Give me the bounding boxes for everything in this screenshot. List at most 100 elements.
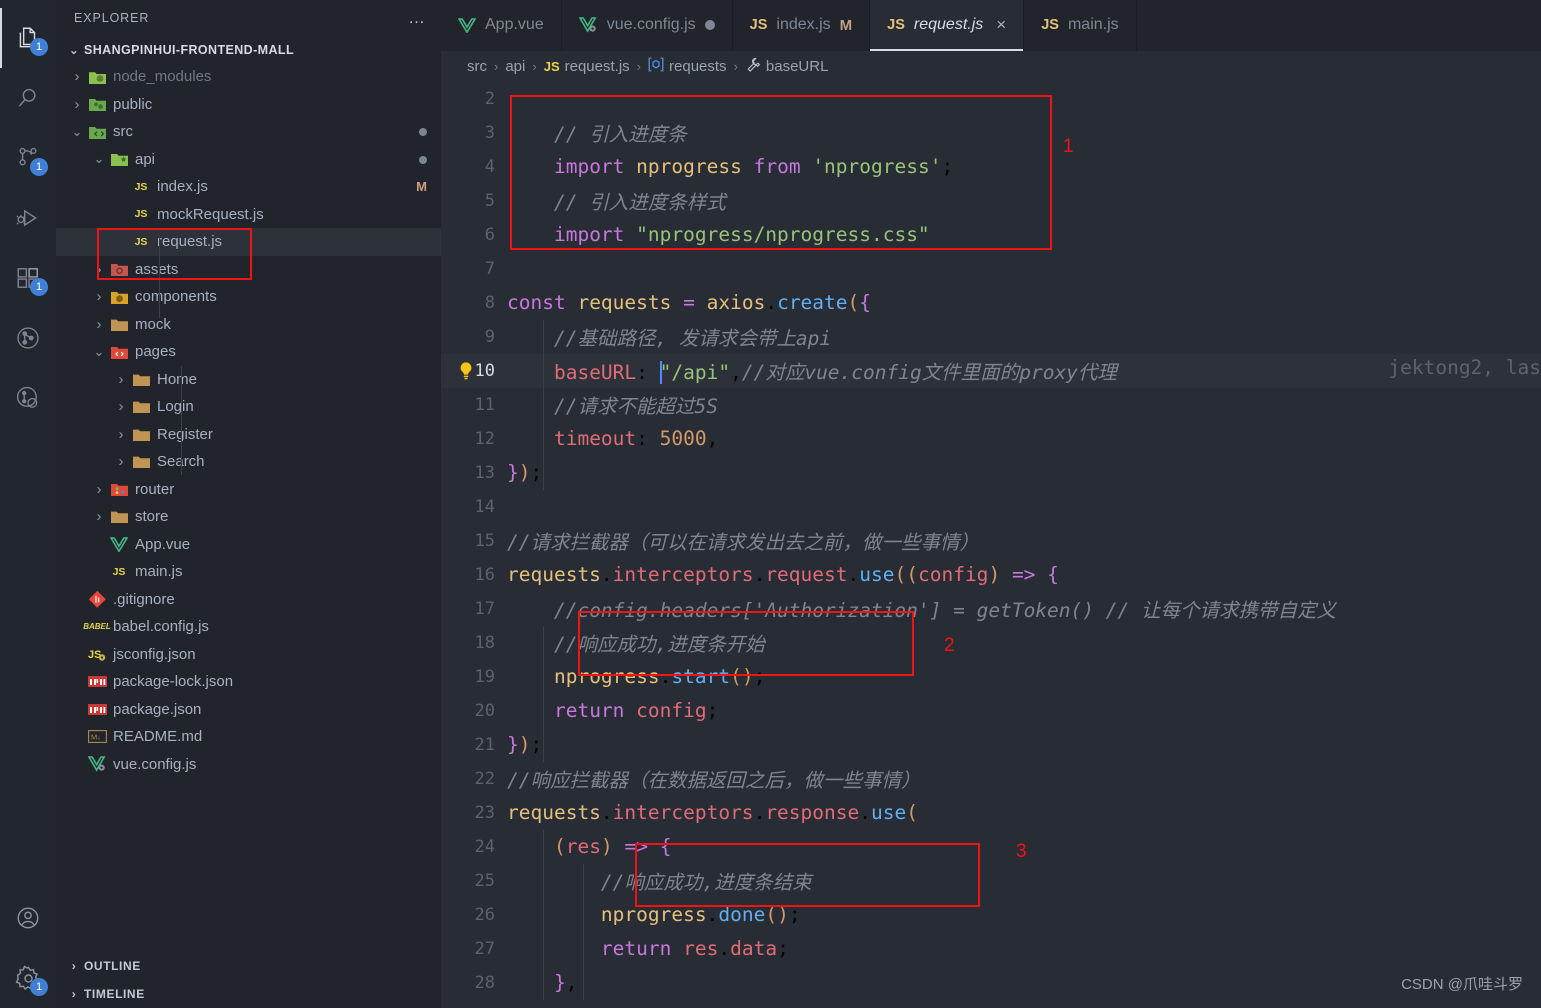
- code-line[interactable]: 2: [441, 82, 1541, 116]
- tree-item-jsconfig-json[interactable]: JS jsconfig.json: [56, 641, 441, 669]
- tree-item-pages[interactable]: ⌄ pages: [56, 338, 441, 366]
- tree-item-assets[interactable]: › assets: [56, 256, 441, 284]
- chevron-right-icon[interactable]: ›: [90, 481, 108, 498]
- section-outline[interactable]: › OUTLINE: [56, 952, 441, 980]
- code-line[interactable]: 10 baseURL: "/api",//对应vue.config文件里面的pr…: [441, 353, 1541, 388]
- code-line[interactable]: 25 //响应成功,进度条结束: [441, 864, 1541, 898]
- section-timeline[interactable]: › TIMELINE: [56, 980, 441, 1008]
- tree-item-package-lock-json[interactable]: package-lock.json: [56, 668, 441, 696]
- tree-item-src[interactable]: ⌄ src: [56, 118, 441, 146]
- tree-item-mockrequest-js[interactable]: JS mockRequest.js: [56, 201, 441, 229]
- activitybar-item-search[interactable]: [0, 68, 56, 128]
- activitybar-item-explorer[interactable]: 1: [0, 8, 56, 68]
- tree-item-login[interactable]: › Login: [56, 393, 441, 421]
- editor-tab-index-js[interactable]: JS index.js M: [732, 0, 871, 51]
- code-line[interactable]: 21});: [441, 728, 1541, 762]
- activitybar-item-source-control[interactable]: 1: [0, 128, 56, 188]
- workspace-root-row[interactable]: ⌄ SHANGPINHUI-FRONTEND-MALL: [56, 36, 441, 63]
- code-line[interactable]: 12 timeout: 5000,: [441, 422, 1541, 456]
- chevron-right-icon[interactable]: ›: [112, 398, 130, 415]
- code-line[interactable]: 23 requests.interceptors.response.use(: [441, 796, 1541, 830]
- folder-src-icon: [86, 124, 108, 140]
- activitybar-item-accounts[interactable]: [0, 888, 56, 948]
- tree-item-vue-config-js[interactable]: vue.config.js: [56, 751, 441, 779]
- code-line[interactable]: 3 // 引入进度条: [441, 116, 1541, 150]
- chevron-right-icon[interactable]: ›: [112, 426, 130, 443]
- tree-item-node-modules[interactable]: › node_modules: [56, 63, 441, 91]
- code-line[interactable]: 19 nprogress.start();: [441, 660, 1541, 694]
- chevron-right-icon[interactable]: ›: [68, 68, 86, 85]
- code-line[interactable]: 26 nprogress.done();: [441, 898, 1541, 932]
- activitybar-item-gitlens[interactable]: [0, 308, 56, 368]
- chevron-right-icon[interactable]: ›: [90, 261, 108, 278]
- chevron-down-icon[interactable]: ⌄: [90, 344, 108, 360]
- chevron-down-icon[interactable]: ⌄: [90, 151, 108, 167]
- close-icon[interactable]: ×: [996, 15, 1006, 35]
- tree-item-api[interactable]: ⌄ api: [56, 146, 441, 174]
- editor-tab-main-js[interactable]: JS main.js: [1024, 0, 1137, 51]
- code-line[interactable]: 29 (err) => {: [441, 1000, 1541, 1008]
- code-line[interactable]: 9 //基础路径, 发请求会带上api: [441, 320, 1541, 354]
- tree-item-app-vue[interactable]: App.vue: [56, 531, 441, 559]
- breadcrumb-item-api[interactable]: api: [505, 58, 525, 75]
- chevron-right-icon[interactable]: ›: [90, 316, 108, 333]
- tree-item--gitignore[interactable]: .gitignore: [56, 586, 441, 614]
- tab-unsaved-dot-icon[interactable]: [704, 20, 715, 31]
- editor-tab-app-vue[interactable]: App.vue: [441, 0, 562, 51]
- code-line[interactable]: 16 requests.interceptors.request.use((con…: [441, 558, 1541, 592]
- code-line[interactable]: 5 // 引入进度条样式: [441, 184, 1541, 218]
- editor-tab-vue-config-js[interactable]: vue.config.js: [561, 0, 733, 51]
- file-tree[interactable]: ⌄ SHANGPINHUI-FRONTEND-MALL › node_module…: [56, 36, 441, 952]
- code-line-text: //config.headers['Authorization'] = getT…: [553, 599, 1336, 623]
- code-line[interactable]: 11 //请求不能超过5S: [441, 388, 1541, 422]
- code-line[interactable]: 6 import "nprogress/nprogress.css": [441, 218, 1541, 252]
- tree-item-package-json[interactable]: package.json: [56, 696, 441, 724]
- tree-item-index-js[interactable]: JS index.js M: [56, 173, 441, 201]
- code-line[interactable]: 18 //响应成功,进度条开始: [441, 626, 1541, 660]
- sidebar-more-actions-icon[interactable]: …: [408, 9, 427, 26]
- tree-item-home[interactable]: › Home: [56, 366, 441, 394]
- chevron-right-icon[interactable]: ›: [112, 453, 130, 470]
- activitybar-item-extensions[interactable]: 1: [0, 248, 56, 308]
- breadcrumb-item-requests[interactable]: requests: [648, 57, 727, 76]
- tree-item-readme-md[interactable]: M↓ README.md: [56, 723, 441, 751]
- code-line[interactable]: 17 //config.headers['Authorization'] = g…: [441, 592, 1541, 626]
- breadcrumb-item-baseurl[interactable]: baseURL: [745, 57, 828, 76]
- code-action-lightbulb-icon[interactable]: [455, 360, 477, 382]
- code-editor[interactable]: 23 // 引入进度条 4 import nprogress from 'npro…: [441, 81, 1541, 1008]
- tree-item-babel-config-js[interactable]: BABEL babel.config.js: [56, 613, 441, 641]
- code-line[interactable]: 14: [441, 490, 1541, 524]
- chevron-right-icon[interactable]: ›: [90, 288, 108, 305]
- activitybar-item-gitlens-inspect[interactable]: [0, 368, 56, 428]
- code-line[interactable]: 15 //请求拦截器（可以在请求发出去之前，做一些事情）: [441, 524, 1541, 558]
- code-line[interactable]: 8 const requests = axios.create({: [441, 286, 1541, 320]
- tree-item-register[interactable]: › Register: [56, 421, 441, 449]
- code-line[interactable]: 13});: [441, 456, 1541, 490]
- tree-item-request-js[interactable]: JS request.js: [56, 228, 441, 256]
- tree-item-main-js[interactable]: JS main.js: [56, 558, 441, 586]
- code-line[interactable]: 20 return config;: [441, 694, 1541, 728]
- tree-item-public[interactable]: › public: [56, 91, 441, 119]
- tree-item-mock[interactable]: › mock: [56, 311, 441, 339]
- breadcrumb-item-request-js[interactable]: JS request.js: [544, 58, 630, 75]
- code-line[interactable]: 4 import nprogress from 'nprogress';: [441, 150, 1541, 184]
- chevron-down-icon[interactable]: ⌄: [68, 124, 86, 140]
- tree-item-router[interactable]: › router: [56, 476, 441, 504]
- chevron-right-icon[interactable]: ›: [68, 96, 86, 113]
- activitybar-item-settings[interactable]: 1: [0, 948, 56, 1008]
- breadcrumb-item-src[interactable]: src: [467, 58, 487, 75]
- tree-item-components[interactable]: › components: [56, 283, 441, 311]
- line-number: 24: [474, 836, 495, 857]
- code-line[interactable]: 22 //响应拦截器（在数据返回之后，做一些事情）: [441, 762, 1541, 796]
- code-line[interactable]: 24 (res) => {: [441, 830, 1541, 864]
- chevron-right-icon[interactable]: ›: [90, 508, 108, 525]
- editor-tab-request-js[interactable]: JS request.js ×: [870, 0, 1025, 51]
- code-line[interactable]: 7: [441, 252, 1541, 286]
- activitybar-item-run-debug[interactable]: [0, 188, 56, 248]
- line-number: 25: [474, 870, 495, 891]
- tree-item-search[interactable]: ›Search: [56, 448, 441, 476]
- code-line[interactable]: 28 },: [441, 966, 1541, 1000]
- chevron-right-icon[interactable]: ›: [112, 371, 130, 388]
- tree-item-store[interactable]: › store: [56, 503, 441, 531]
- code-line[interactable]: 27 return res.data;: [441, 932, 1541, 966]
